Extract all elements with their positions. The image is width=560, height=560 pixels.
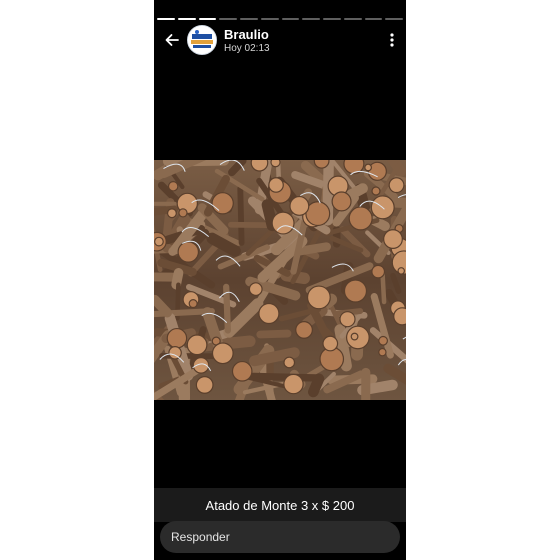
- more-vertical-icon: [390, 33, 394, 47]
- back-button[interactable]: [162, 30, 182, 50]
- more-options-button[interactable]: [388, 32, 396, 48]
- progress-segment: [260, 18, 279, 20]
- arrow-left-icon: [165, 34, 179, 46]
- status-caption: Atado de Monte 3 x $ 200: [205, 497, 355, 513]
- reply-input[interactable]: Responder: [160, 521, 400, 553]
- progress-segment: [385, 18, 403, 20]
- status-progress-bar: [157, 18, 403, 20]
- contact-name: Braulio: [224, 27, 269, 42]
- status-header: Braulio Hoy 02:13: [154, 22, 406, 62]
- progress-segment: [281, 18, 300, 20]
- progress-segment: [198, 18, 217, 20]
- progress-segment: [323, 18, 341, 20]
- avatar[interactable]: [187, 25, 217, 55]
- progress-segment: [157, 18, 175, 20]
- status-timestamp: Hoy 02:13: [224, 43, 270, 54]
- progress-segment: [219, 18, 237, 20]
- caption-bar: Atado de Monte 3 x $ 200: [154, 488, 406, 522]
- progress-segment: [343, 18, 362, 20]
- progress-segment: [302, 18, 320, 20]
- progress-segment: [177, 18, 196, 20]
- progress-segment: [364, 18, 383, 20]
- reply-placeholder: Responder: [171, 530, 230, 544]
- progress-segment: [240, 18, 258, 20]
- status-viewer: Braulio Hoy 02:13 Atado de Monte 3 x $ 2…: [154, 0, 406, 560]
- contact-logo-icon: [188, 26, 216, 54]
- status-photo: [154, 160, 406, 400]
